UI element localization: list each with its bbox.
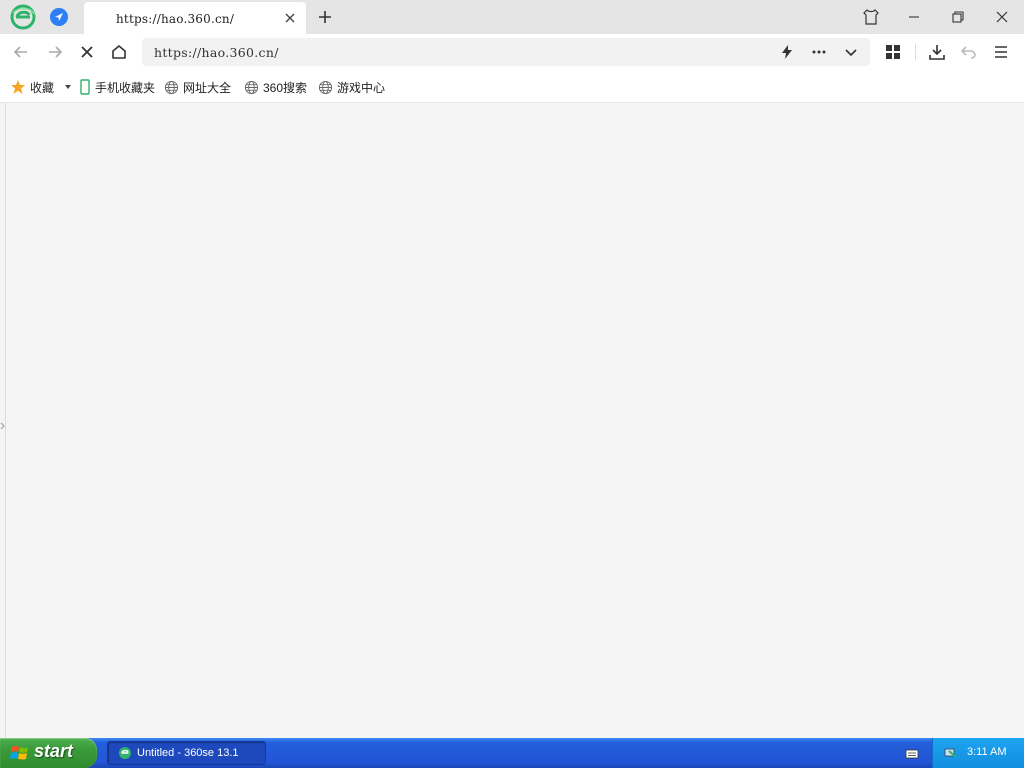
windows-logo-icon <box>10 745 28 760</box>
minimize-icon[interactable] <box>903 6 925 28</box>
back-arrow-icon[interactable] <box>12 43 30 61</box>
sidebar-toggle-handle[interactable] <box>0 417 5 430</box>
bookmark-label: 网址大全 <box>183 80 232 95</box>
undo-icon[interactable] <box>960 43 978 61</box>
more-dots-icon[interactable] <box>810 43 828 61</box>
page-content-area[interactable] <box>5 103 1024 738</box>
menu-hamburger-icon[interactable] <box>992 43 1010 61</box>
tab-title: https://hao.360.cn/ <box>116 12 235 26</box>
chevron-down-icon[interactable] <box>842 43 860 61</box>
close-window-icon[interactable] <box>991 6 1013 28</box>
forward-arrow-icon[interactable] <box>46 43 64 61</box>
toolbar-divider <box>915 44 916 60</box>
taskbar-window-label: Untitled - 360se 13.1 <box>137 747 239 759</box>
taskbar-window-button[interactable]: Untitled - 360se 13.1 <box>107 741 266 765</box>
address-bar[interactable]: https://hao.360.cn/ <box>142 38 870 66</box>
favorites-dropdown-icon[interactable] <box>64 78 76 96</box>
start-label: start <box>34 741 74 761</box>
globe-icon <box>318 80 333 94</box>
star-icon <box>11 80 25 94</box>
address-bar-url[interactable]: https://hao.360.cn/ <box>154 45 279 60</box>
navigation-bar: https://hao.360.cn/ <box>0 34 1024 70</box>
phone-icon <box>80 79 90 95</box>
home-icon[interactable] <box>110 43 128 61</box>
taskbar: start Untitled - 360se 13.1 3:11 AM <box>0 738 1024 768</box>
bookmark-item-search[interactable]: 360搜索 <box>244 78 307 96</box>
bookmark-item-mobile[interactable]: 手机收藏夹 <box>79 78 155 96</box>
network-icon[interactable] <box>943 745 959 766</box>
bookmark-label: 手机收藏夹 <box>95 80 156 95</box>
stop-loading-icon[interactable] <box>78 43 96 61</box>
tab-strip: https://hao.360.cn/ <box>0 0 1024 34</box>
start-button[interactable]: start <box>0 738 97 768</box>
globe-icon <box>164 80 179 94</box>
bookmark-label: 游戏中心 <box>337 80 386 95</box>
skin-shirt-icon[interactable] <box>860 6 882 28</box>
bookmarks-bar: 收藏 手机收藏夹 网址大全 360搜索 游戏中心 <box>0 70 1024 103</box>
keyboard-icon[interactable] <box>905 746 919 765</box>
clock: 3:11 AM <box>967 746 1007 758</box>
globe-icon <box>244 80 259 94</box>
send-icon[interactable] <box>50 8 68 26</box>
system-tray: 3:11 AM <box>932 738 1024 768</box>
favorites-button[interactable]: 收藏 <box>10 78 54 96</box>
download-icon[interactable] <box>928 43 946 61</box>
restore-icon[interactable] <box>947 6 969 28</box>
360-browser-logo-icon[interactable] <box>10 4 36 30</box>
close-tab-icon[interactable] <box>282 10 298 26</box>
favorites-label: 收藏 <box>30 80 55 95</box>
lightning-icon[interactable] <box>778 43 796 61</box>
bookmark-item-games[interactable]: 游戏中心 <box>318 78 385 96</box>
bookmark-item-directory[interactable]: 网址大全 <box>164 78 231 96</box>
new-tab-plus-icon[interactable] <box>316 8 334 26</box>
bookmark-label: 360搜索 <box>263 80 308 95</box>
active-tab[interactable]: https://hao.360.cn/ <box>84 2 306 34</box>
360-browser-small-icon <box>119 747 131 759</box>
apps-grid-icon[interactable] <box>884 43 902 61</box>
